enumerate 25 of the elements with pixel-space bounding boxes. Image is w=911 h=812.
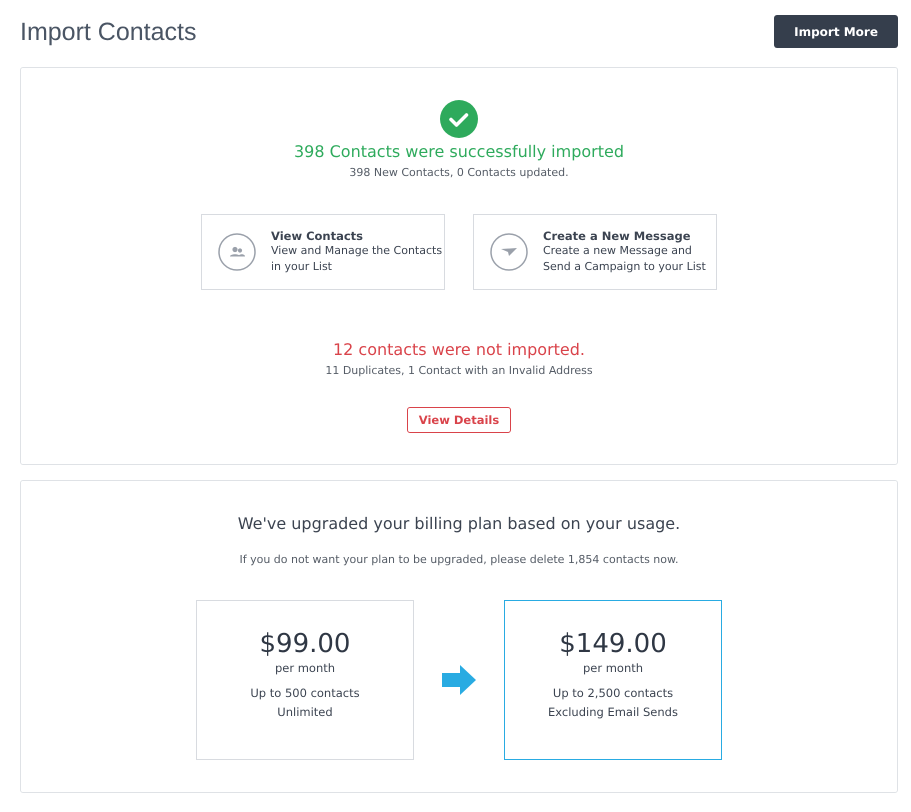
import-more-button[interactable]: Import More: [774, 15, 898, 48]
action-description: Create a new Message and Send a Campaign to your List: [543, 243, 706, 275]
view-details-button[interactable]: View Details: [407, 407, 511, 433]
failure-detail: 11 Duplicates, 1 Contact with an Invalid Address: [325, 364, 593, 377]
action-title: Create a New Message: [543, 229, 692, 243]
action-title: View Contacts: [271, 229, 364, 243]
success-detail: 398 New Contacts, 0 Contacts updated.: [349, 166, 569, 179]
plan-period: per month: [582, 661, 644, 675]
action-card[interactable]: View Contacts View and Manage the Contacts in your List: [201, 214, 445, 290]
failure-title: 12 contacts were not imported.: [332, 340, 586, 359]
success-title: 398 Contacts were successfully imported: [294, 142, 624, 161]
plan-period: per month: [274, 661, 336, 675]
paper-plane-icon: [490, 233, 528, 271]
page-title: Import Contacts: [20, 18, 196, 47]
check-icon: [440, 100, 478, 138]
action-card[interactable]: Create a New Message Create a new Message and Send a Campaign to your List: [473, 214, 717, 290]
billing-title: We've upgraded your billing plan based on your usage.: [238, 514, 680, 533]
people-icon: [218, 233, 256, 271]
plan-features: Up to 500 contacts Unlimited: [249, 685, 361, 721]
right-arrow-icon: [442, 665, 476, 695]
action-description: View and Manage the Contacts in your List: [271, 243, 442, 275]
plan-features: Up to 2,500 contacts Excluding Email Sends: [547, 685, 679, 721]
plan-price: $149.00: [558, 629, 668, 659]
plan-price: $99.00: [258, 629, 352, 659]
billing-note: If you do not want your plan to be upgraded, please delete 1,854 contacts now.: [239, 553, 678, 566]
